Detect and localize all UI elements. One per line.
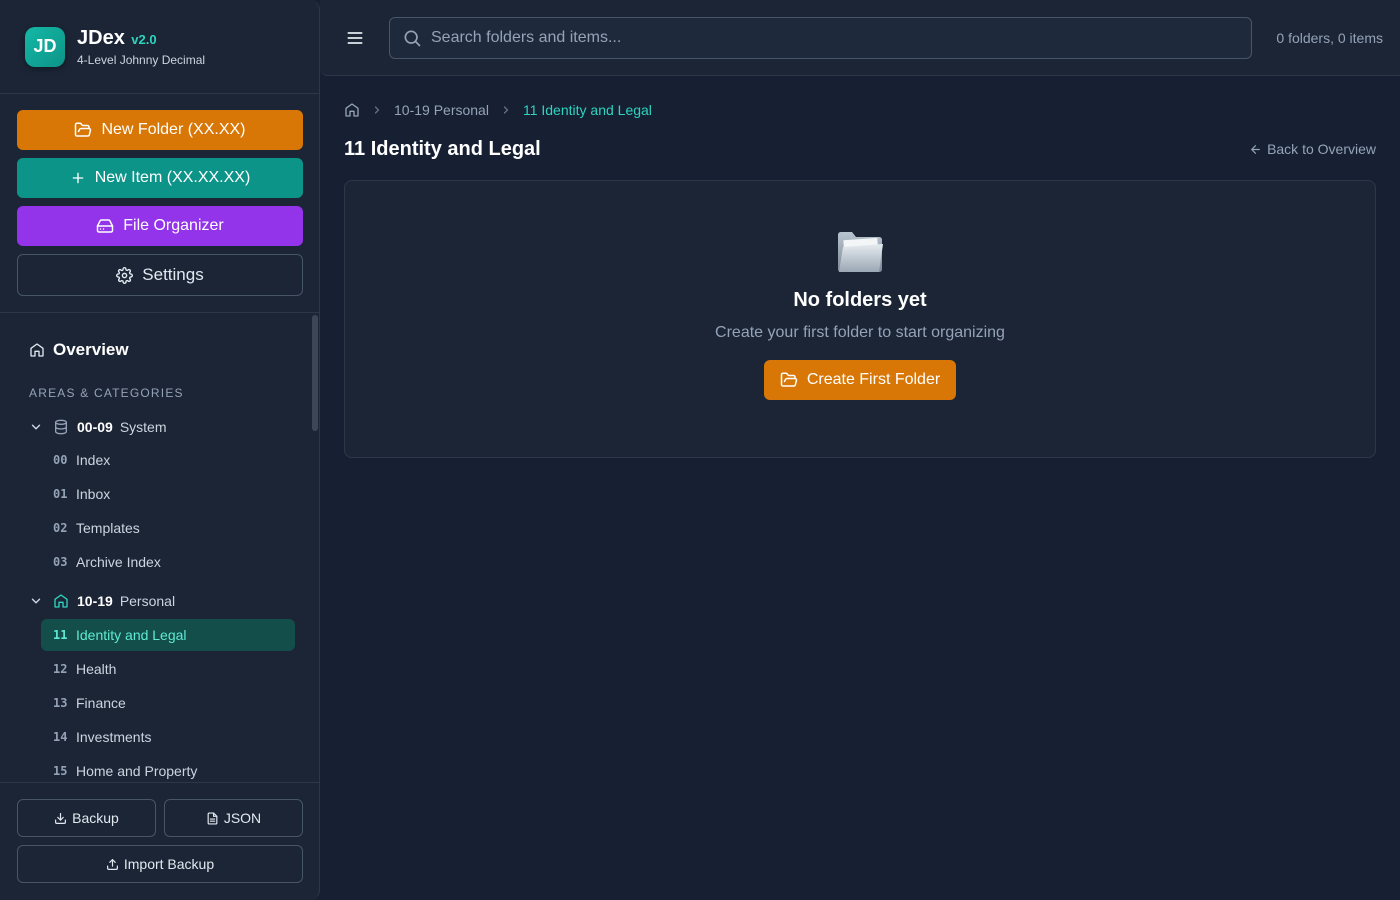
home-icon bbox=[30, 343, 44, 357]
back-to-overview-link[interactable]: Back to Overview bbox=[1249, 141, 1376, 157]
breadcrumb-area[interactable]: 10-19 Personal bbox=[394, 102, 489, 118]
empty-state: No folders yet Create your first folder … bbox=[344, 180, 1376, 458]
file-organizer-button[interactable]: File Organizer bbox=[17, 206, 303, 246]
section-label: AREAS & CATEGORIES bbox=[29, 386, 184, 400]
area-00-09[interactable]: 00-09 System bbox=[29, 416, 167, 438]
category-number: 03 bbox=[53, 555, 68, 569]
category-name: Finance bbox=[76, 695, 126, 711]
new-item-button[interactable]: New Item (XX.XX.XX) bbox=[17, 158, 303, 198]
search-box[interactable] bbox=[389, 17, 1252, 59]
backup-label: Backup bbox=[72, 810, 119, 826]
category-number: 13 bbox=[53, 696, 68, 710]
folder-open-icon bbox=[75, 122, 92, 137]
file-text-icon bbox=[207, 811, 218, 825]
page-title: 11 Identity and Legal bbox=[344, 138, 541, 160]
area-10-19[interactable]: 10-19 Personal bbox=[29, 590, 175, 612]
empty-title: No folders yet bbox=[793, 289, 927, 311]
new-folder-label: New Folder (XX.XX) bbox=[101, 121, 246, 138]
database-icon bbox=[55, 419, 67, 435]
settings-button[interactable]: Settings bbox=[17, 254, 303, 296]
category-name: Home and Property bbox=[76, 763, 198, 779]
category-number: 11 bbox=[53, 628, 68, 642]
area-name: System bbox=[119, 419, 167, 435]
app-version: v2.0 bbox=[131, 31, 157, 47]
download-icon bbox=[55, 812, 67, 824]
menu-icon bbox=[347, 32, 363, 44]
upload-icon bbox=[106, 858, 118, 870]
app-name: JDex bbox=[77, 26, 125, 49]
brand: JD JDex v2.0 4-Level Johnny Decimal bbox=[0, 0, 319, 94]
folder-icon bbox=[838, 232, 883, 272]
category-name: Templates bbox=[76, 520, 140, 536]
sidebar-item-overview[interactable]: Overview bbox=[29, 340, 129, 360]
json-button[interactable]: JSON bbox=[164, 799, 303, 837]
category-item[interactable]: 02 Templates bbox=[41, 512, 295, 544]
category-item[interactable]: 15 Home and Property bbox=[41, 755, 295, 782]
create-first-folder-button[interactable]: Create First Folder bbox=[763, 360, 957, 400]
category-item[interactable]: 01 Inbox bbox=[41, 478, 295, 510]
import-backup-button[interactable]: Import Backup bbox=[17, 845, 303, 883]
home-icon[interactable] bbox=[344, 102, 360, 118]
import-label: Import Backup bbox=[123, 856, 215, 872]
folder-open-icon bbox=[780, 372, 798, 387]
search-input[interactable] bbox=[431, 29, 1231, 47]
chevron-down-icon[interactable] bbox=[29, 420, 43, 434]
category-number: 02 bbox=[53, 521, 68, 535]
category-name: Inbox bbox=[76, 486, 111, 502]
category-name: Archive Index bbox=[76, 554, 161, 570]
category-item[interactable]: 03 Archive Index bbox=[41, 546, 295, 578]
sidebar-footer: Backup JSON Import Backup bbox=[0, 782, 320, 900]
category-number: 01 bbox=[53, 487, 68, 501]
brand-text: JDex v2.0 4-Level Johnny Decimal bbox=[77, 27, 205, 67]
category-item[interactable]: 00 Index bbox=[41, 444, 295, 476]
topbar: 0 folders, 0 items bbox=[320, 0, 1400, 76]
app-logo[interactable]: JD bbox=[25, 26, 65, 67]
area-name: Personal bbox=[119, 593, 176, 609]
category-name: Investments bbox=[76, 729, 152, 745]
category-item[interactable]: 14 Investments bbox=[41, 721, 295, 753]
app-subtitle: 4-Level Johnny Decimal bbox=[77, 52, 206, 67]
category-name: Health bbox=[76, 661, 117, 677]
overview-label: Overview bbox=[53, 340, 129, 359]
home-icon bbox=[54, 594, 68, 608]
chevron-down-icon[interactable] bbox=[29, 594, 43, 608]
category-number: 00 bbox=[53, 453, 68, 467]
arrow-left-icon bbox=[1251, 144, 1260, 154]
sidebar-actions: New Folder (XX.XX) New Item (XX.XX.XX) F… bbox=[0, 94, 319, 313]
back-label: Back to Overview bbox=[1267, 141, 1376, 157]
sidebar: JD JDex v2.0 4-Level Johnny Decimal New … bbox=[0, 0, 320, 900]
search-icon bbox=[404, 30, 421, 47]
category-item[interactable]: 13 Finance bbox=[41, 687, 295, 719]
category-name: Identity and Legal bbox=[76, 627, 187, 643]
backup-button[interactable]: Backup bbox=[17, 799, 156, 837]
file-organizer-label: File Organizer bbox=[123, 217, 224, 234]
area-code: 10-19 bbox=[77, 593, 113, 609]
create-first-folder-label: Create First Folder bbox=[806, 371, 941, 388]
plus-icon bbox=[72, 172, 84, 184]
chevron-right-icon bbox=[374, 106, 380, 114]
breadcrumb-current: 11 Identity and Legal bbox=[522, 102, 652, 118]
footer-row: Backup JSON bbox=[17, 799, 303, 837]
category-item[interactable]: 12 Health bbox=[41, 653, 295, 685]
category-number: 15 bbox=[53, 764, 68, 778]
menu-button[interactable] bbox=[345, 28, 365, 53]
breadcrumb: 10-19 Personal 11 Identity and Legal bbox=[344, 100, 652, 120]
chevron-right-icon bbox=[503, 106, 509, 114]
category-number: 14 bbox=[53, 730, 68, 744]
category-number: 12 bbox=[53, 662, 68, 676]
sidebar-scrollbar[interactable] bbox=[312, 315, 318, 431]
item-counts: 0 folders, 0 items bbox=[1276, 30, 1383, 46]
category-name: Index bbox=[76, 452, 111, 468]
area-code: 00-09 bbox=[77, 419, 113, 435]
empty-subtitle: Create your first folder to start organi… bbox=[715, 324, 1005, 341]
new-item-label: New Item (XX.XX.XX) bbox=[94, 169, 251, 186]
gear-icon bbox=[116, 266, 134, 284]
new-folder-button[interactable]: New Folder (XX.XX) bbox=[17, 110, 303, 150]
hard-drive-icon bbox=[97, 219, 114, 233]
category-item-active[interactable]: 11 Identity and Legal bbox=[41, 619, 295, 651]
settings-label: Settings bbox=[142, 265, 204, 284]
json-label: JSON bbox=[223, 810, 262, 826]
sidebar-nav: Overview AREAS & CATEGORIES 00-09 System… bbox=[0, 313, 320, 782]
